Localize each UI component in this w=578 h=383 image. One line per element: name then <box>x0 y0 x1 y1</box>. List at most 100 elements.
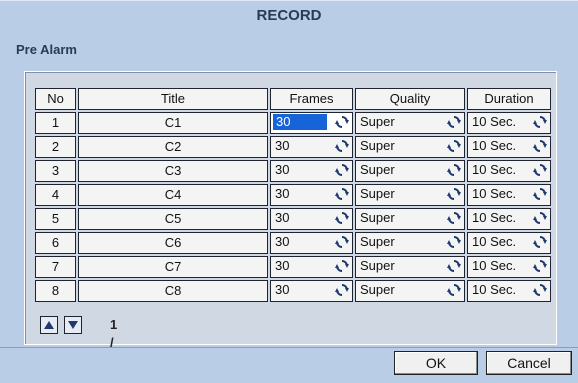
duration-field[interactable]: 10 Sec. <box>467 280 551 302</box>
cycle-arrows-icon[interactable] <box>533 139 547 153</box>
record-table: No Title Frames Quality Duration 1 C1 30 Su… <box>33 86 553 304</box>
duration-field[interactable]: 10 Sec. <box>467 160 551 182</box>
cycle-arrows-icon[interactable] <box>335 115 349 129</box>
cycle-arrows-icon[interactable] <box>335 283 349 297</box>
cycle-arrows-icon[interactable] <box>447 259 461 273</box>
row-title[interactable]: C6 <box>78 232 268 254</box>
cycle-arrows-icon[interactable] <box>335 139 349 153</box>
frames-value: 30 <box>275 282 290 297</box>
header-frames: Frames <box>270 88 353 110</box>
section-label: Pre Alarm <box>16 42 77 57</box>
quality-value: Super <box>360 234 395 249</box>
quality-field[interactable]: Super <box>355 160 465 182</box>
duration-value: 10 Sec. <box>472 282 517 297</box>
row-title[interactable]: C8 <box>78 280 268 302</box>
frames-field[interactable]: 30 <box>270 280 353 302</box>
cycle-arrows-icon[interactable] <box>447 187 461 201</box>
row-title[interactable]: C3 <box>78 160 268 182</box>
frames-value: 30 <box>275 138 290 153</box>
duration-field[interactable]: 10 Sec. <box>467 208 551 230</box>
cancel-button[interactable]: Cancel <box>486 351 572 375</box>
frames-value: 30 <box>275 234 290 249</box>
row-no: 8 <box>35 280 76 302</box>
page-down-button[interactable] <box>64 316 82 334</box>
table-row: 5 C5 30 Super 10 Sec. <box>35 208 551 230</box>
cycle-arrows-icon[interactable] <box>447 139 461 153</box>
row-title[interactable]: C2 <box>78 136 268 158</box>
table-row: 1 C1 30 Super 10 Sec. <box>35 112 551 134</box>
record-dialog: RECORD Pre Alarm No Title Frames Quality… <box>0 0 578 383</box>
cycle-arrows-icon[interactable] <box>447 235 461 249</box>
duration-field[interactable]: 10 Sec. <box>467 232 551 254</box>
header-title: Title <box>78 88 268 110</box>
row-no: 1 <box>35 112 76 134</box>
cycle-arrows-icon[interactable] <box>447 163 461 177</box>
duration-field[interactable]: 10 Sec. <box>467 136 551 158</box>
quality-value: Super <box>360 210 395 225</box>
frames-value: 30 <box>273 114 327 130</box>
row-title[interactable]: C7 <box>78 256 268 278</box>
cycle-arrows-icon[interactable] <box>533 283 547 297</box>
frames-field[interactable]: 30 <box>270 184 353 206</box>
cycle-arrows-icon[interactable] <box>335 259 349 273</box>
ok-button[interactable]: OK <box>394 351 478 375</box>
frames-value: 30 <box>275 210 290 225</box>
duration-field[interactable]: 10 Sec. <box>467 184 551 206</box>
quality-field[interactable]: Super <box>355 136 465 158</box>
frames-field[interactable]: 30 <box>270 256 353 278</box>
table-row: 8 C8 30 Super 10 Sec. <box>35 280 551 302</box>
frames-value: 30 <box>275 186 290 201</box>
duration-value: 10 Sec. <box>472 186 517 201</box>
quality-field[interactable]: Super <box>355 184 465 206</box>
quality-field[interactable]: Super <box>355 280 465 302</box>
cycle-arrows-icon[interactable] <box>533 211 547 225</box>
row-no: 4 <box>35 184 76 206</box>
duration-value: 10 Sec. <box>472 114 517 129</box>
row-no: 6 <box>35 232 76 254</box>
cycle-arrows-icon[interactable] <box>447 211 461 225</box>
page-up-button[interactable] <box>40 316 58 334</box>
row-no: 3 <box>35 160 76 182</box>
table-row: 2 C2 30 Super 10 Sec. <box>35 136 551 158</box>
quality-value: Super <box>360 258 395 273</box>
cycle-arrows-icon[interactable] <box>533 163 547 177</box>
table-row: 6 C6 30 Super 10 Sec. <box>35 232 551 254</box>
quality-field[interactable]: Super <box>355 256 465 278</box>
quality-field[interactable]: Super <box>355 112 465 134</box>
frames-field[interactable]: 30 <box>270 112 353 134</box>
frames-value: 30 <box>275 162 290 177</box>
cycle-arrows-icon[interactable] <box>533 115 547 129</box>
quality-field[interactable]: Super <box>355 208 465 230</box>
cycle-arrows-icon[interactable] <box>335 187 349 201</box>
cycle-arrows-icon[interactable] <box>447 283 461 297</box>
frames-field[interactable]: 30 <box>270 160 353 182</box>
quality-value: Super <box>360 186 395 201</box>
header-duration: Duration <box>467 88 551 110</box>
row-title[interactable]: C4 <box>78 184 268 206</box>
row-title[interactable]: C5 <box>78 208 268 230</box>
quality-field[interactable]: Super <box>355 232 465 254</box>
cycle-arrows-icon[interactable] <box>335 235 349 249</box>
cycle-arrows-icon[interactable] <box>335 163 349 177</box>
table-row: 3 C3 30 Super 10 Sec. <box>35 160 551 182</box>
row-title[interactable]: C1 <box>78 112 268 134</box>
frames-field[interactable]: 30 <box>270 232 353 254</box>
frames-field[interactable]: 30 <box>270 208 353 230</box>
cycle-arrows-icon[interactable] <box>533 187 547 201</box>
quality-value: Super <box>360 138 395 153</box>
header-quality: Quality <box>355 88 465 110</box>
frames-value: 30 <box>275 258 290 273</box>
duration-field[interactable]: 10 Sec. <box>467 256 551 278</box>
cycle-arrows-icon[interactable] <box>335 211 349 225</box>
table-header-row: No Title Frames Quality Duration <box>35 88 551 110</box>
cycle-arrows-icon[interactable] <box>533 259 547 273</box>
duration-value: 10 Sec. <box>472 258 517 273</box>
duration-field[interactable]: 10 Sec. <box>467 112 551 134</box>
table-row: 7 C7 30 Super 10 Sec. <box>35 256 551 278</box>
cycle-arrows-icon[interactable] <box>533 235 547 249</box>
frames-field[interactable]: 30 <box>270 136 353 158</box>
cycle-arrows-icon[interactable] <box>447 115 461 129</box>
dialog-title: RECORD <box>256 7 322 24</box>
row-no: 2 <box>35 136 76 158</box>
duration-value: 10 Sec. <box>472 138 517 153</box>
